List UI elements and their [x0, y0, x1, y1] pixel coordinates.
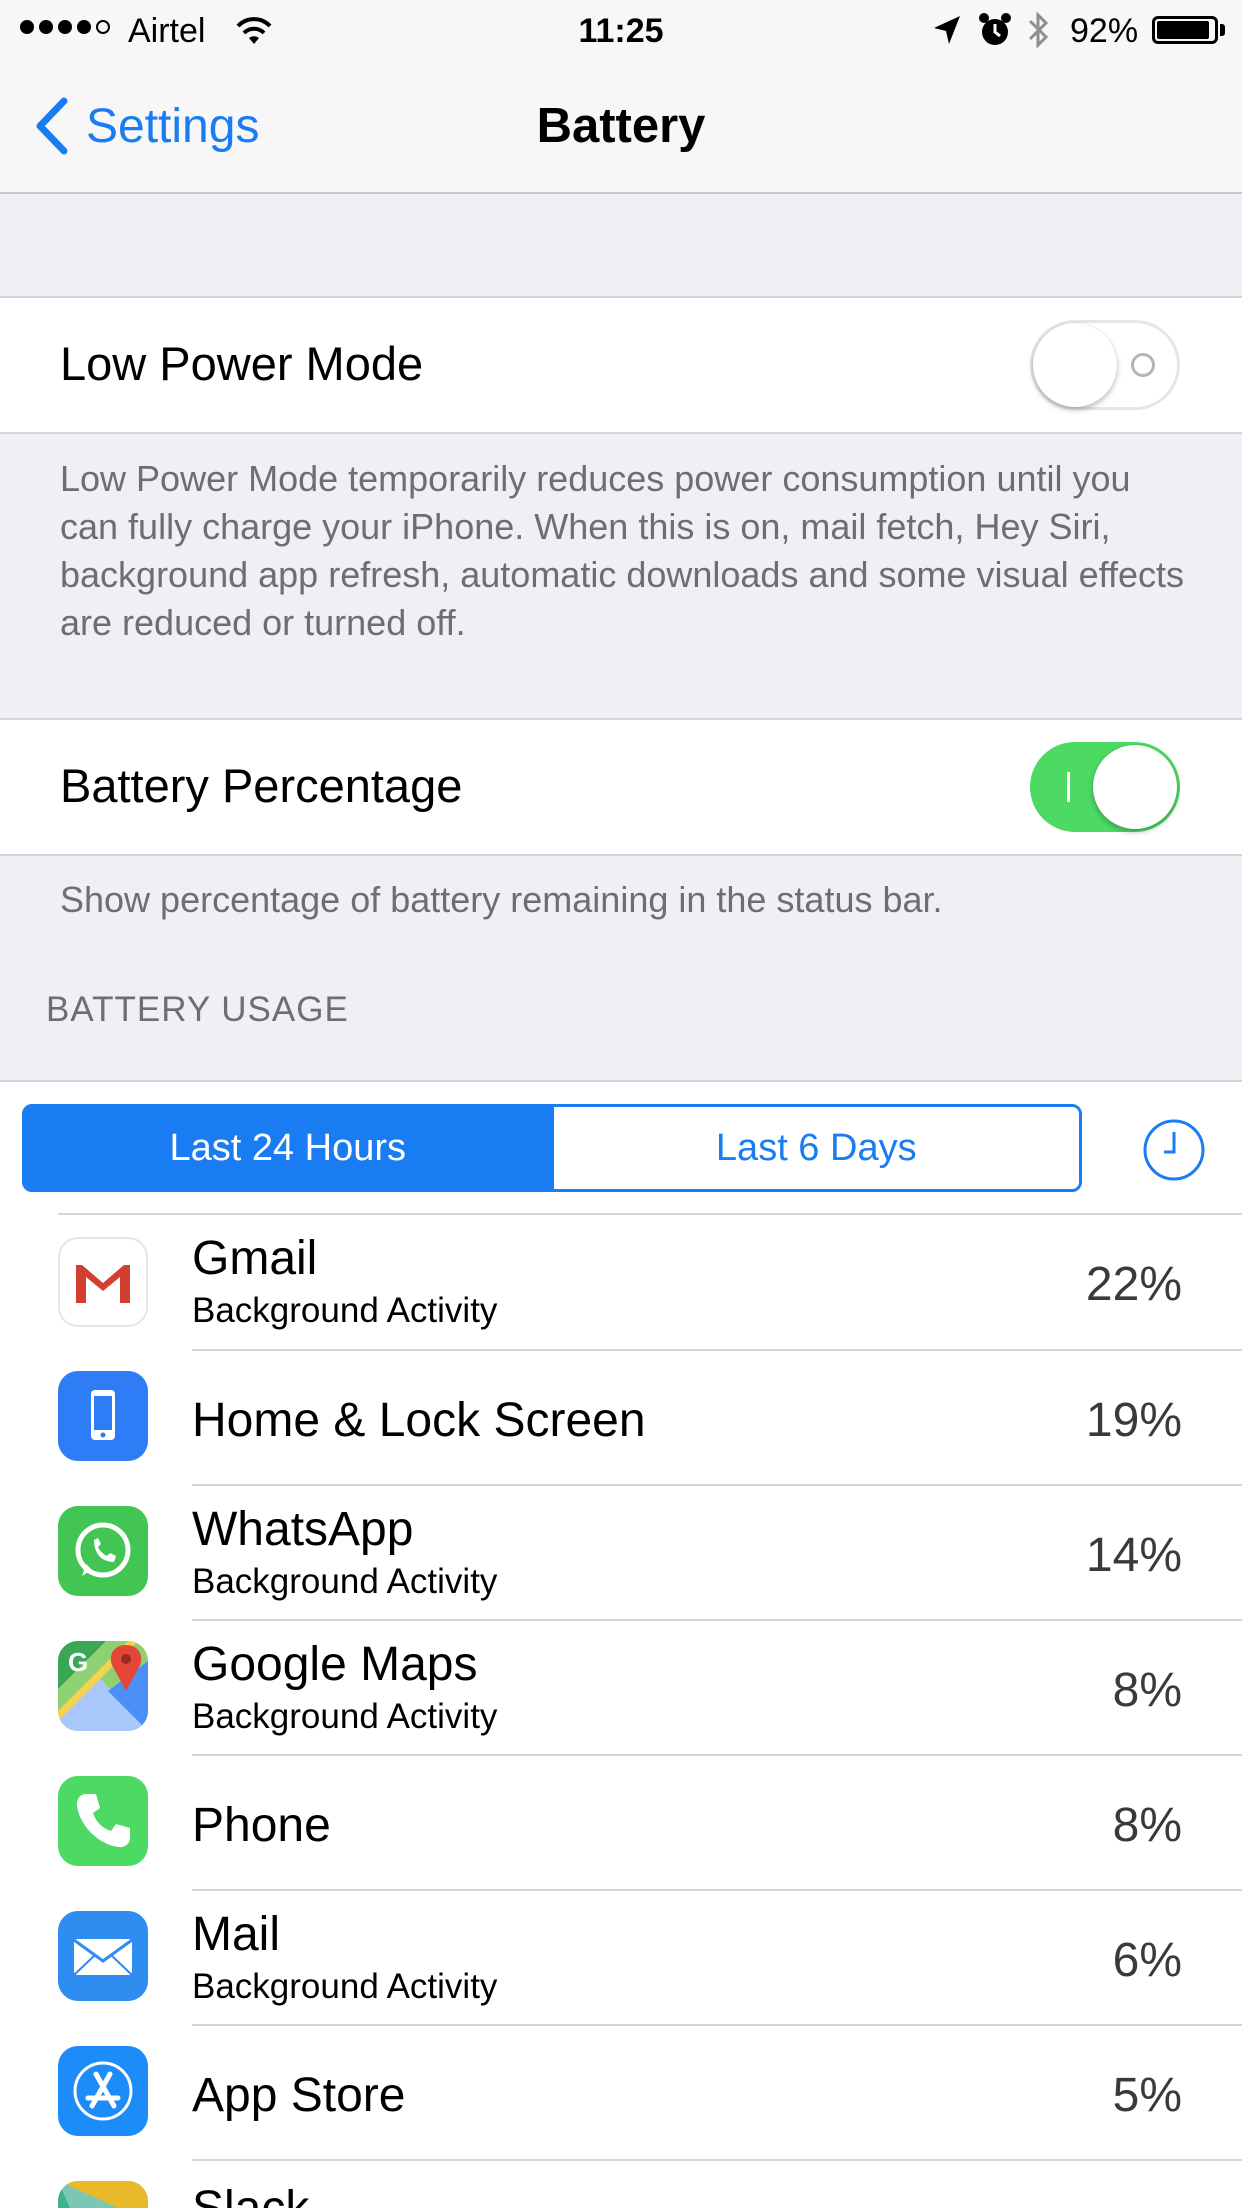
app-subtitle: Background Activity	[192, 1291, 498, 1330]
segment-last-24-hours[interactable]: Last 24 Hours	[25, 1107, 551, 1189]
switch-knob	[1033, 323, 1117, 407]
segment-last-6-days[interactable]: Last 6 Days	[550, 1107, 1079, 1189]
low-power-mode-label: Low Power Mode	[60, 337, 424, 390]
app-row-google-maps[interactable]: G Google Maps Background Activity 8%	[0, 1621, 1242, 1756]
battery-icon	[1152, 16, 1218, 44]
app-name: App Store	[192, 2069, 406, 2122]
alarm-icon	[979, 13, 1011, 45]
battery-percent-text: 92%	[1070, 12, 1139, 50]
app-store-icon	[58, 2046, 148, 2136]
app-name: Google Maps	[192, 1638, 478, 1691]
app-row-phone[interactable]: Phone 8%	[0, 1756, 1242, 1891]
app-row-mail[interactable]: Mail Background Activity 6%	[0, 1891, 1242, 2026]
switch-on-indicator	[1067, 772, 1070, 802]
app-name: Mail	[192, 1908, 281, 1961]
app-percentage: 5%	[1112, 2069, 1182, 2122]
mail-icon	[58, 1911, 148, 2001]
battery-percentage-description: Show percentage of battery remaining in …	[60, 879, 943, 920]
low-power-mode-switch[interactable]	[1030, 320, 1180, 410]
battery-cap	[1220, 24, 1225, 36]
time-range-segmented-control: Last 24 Hours Last 6 Days	[22, 1104, 1082, 1192]
battery-percentage-switch[interactable]	[1030, 742, 1180, 832]
app-row-gmail[interactable]: Gmail Background Activity 22%	[0, 1215, 1242, 1350]
clock: 11:25	[578, 12, 664, 50]
location-arrow-icon	[934, 16, 960, 44]
app-percentage: 8%	[1112, 1799, 1182, 1852]
whatsapp-icon	[58, 1506, 148, 1596]
slack-icon	[58, 2181, 148, 2208]
home-lock-icon	[58, 1371, 148, 1461]
app-row-app-store[interactable]: App Store 5%	[0, 2026, 1242, 2161]
svg-text:G: G	[68, 1647, 88, 1677]
app-row-whatsapp[interactable]: WhatsApp Background Activity 14%	[0, 1486, 1242, 1621]
page-title: Battery	[536, 99, 706, 153]
gmail-icon	[58, 1237, 148, 1327]
clock-icon[interactable]	[1142, 1118, 1206, 1182]
google-maps-icon: G	[58, 1641, 148, 1731]
app-subtitle: Background Activity	[192, 1562, 498, 1601]
app-percentage: 14%	[1085, 1529, 1182, 1582]
app-percentage: 8%	[1112, 1664, 1182, 1717]
phone-icon	[58, 1776, 148, 1866]
app-percentage: 22%	[1085, 1258, 1182, 1311]
app-percentage: 19%	[1085, 1394, 1182, 1447]
app-percentage: 6%	[1112, 1934, 1182, 1987]
low-power-mode-description: Low Power Mode temporarily reduces power…	[60, 458, 1184, 643]
app-row-home-lock-screen[interactable]: Home & Lock Screen 19%	[0, 1351, 1242, 1486]
app-name: Gmail	[192, 1232, 318, 1285]
battery-percentage-label: Battery Percentage	[60, 759, 463, 812]
switch-knob	[1093, 745, 1177, 829]
app-name: WhatsApp	[192, 1503, 414, 1556]
app-name: Home & Lock Screen	[192, 1394, 646, 1447]
app-subtitle: Background Activity	[192, 1967, 498, 2006]
app-name: Phone	[192, 1799, 331, 1852]
switch-off-indicator	[1131, 353, 1155, 377]
app-name: Slack	[192, 2181, 309, 2208]
app-subtitle: Background Activity	[192, 1697, 498, 1736]
app-row-slack[interactable]: Slack	[0, 2161, 1242, 2208]
battery-usage-header: BATTERY USAGE	[46, 990, 349, 1029]
bluetooth-icon	[1028, 11, 1049, 49]
